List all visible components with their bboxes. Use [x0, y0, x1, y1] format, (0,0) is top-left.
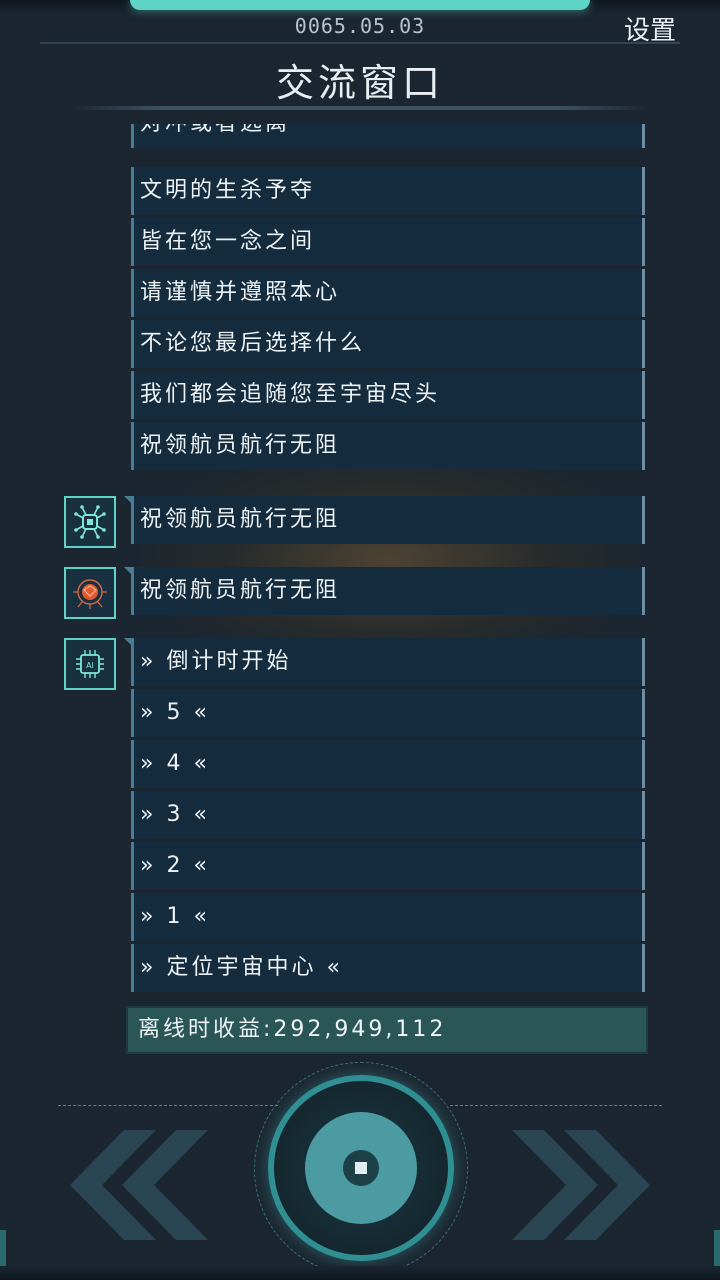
cyber-chip-avatar	[64, 496, 116, 548]
top-glow-bar	[130, 0, 590, 10]
message-text: 对冲或者逃离	[140, 124, 290, 136]
message-bubble: 文明的生杀予夺	[131, 167, 645, 215]
message-text: 我们都会追随您至宇宙尽头	[140, 382, 441, 407]
message-text: 文明的生杀予夺	[140, 178, 316, 203]
message-text: 皆在您一念之间	[140, 229, 316, 254]
stop-square-icon	[355, 1162, 367, 1174]
countdown-line: » 5 «	[131, 689, 645, 737]
countdown-line: » 1 «	[131, 893, 645, 941]
control-divider-right	[450, 1105, 662, 1106]
message-text: 不论您最后选择什么	[140, 331, 366, 356]
message-text: 请谨慎并遵照本心	[140, 280, 341, 305]
cyber-chip-icon	[74, 505, 106, 539]
page-title: 交流窗口	[275, 61, 444, 105]
message-text: » 4 «	[140, 751, 210, 776]
ai-chip-avatar: AI	[64, 638, 116, 690]
game-date: 0065.05.03	[294, 14, 426, 38]
message-text: » 1 «	[140, 904, 210, 929]
control-divider-left	[58, 1105, 278, 1106]
ai-chip-icon: AI	[76, 650, 104, 678]
message-text: » 3 «	[140, 802, 210, 827]
message-text: » 5 «	[140, 700, 210, 725]
countdown-line: » 倒计时开始	[124, 638, 645, 686]
message-bubble: 皆在您一念之间	[131, 218, 645, 266]
double-chevron-left-icon	[70, 1130, 208, 1240]
message-text: 祝领航员航行无阻	[140, 507, 341, 532]
message-text: 祝领航员航行无阻	[140, 433, 341, 458]
core-inner	[343, 1150, 379, 1186]
countdown-line: » 定位宇宙中心 «	[131, 944, 645, 992]
next-button[interactable]	[506, 1130, 656, 1244]
brain-circuit-icon	[73, 579, 107, 609]
countdown-line: » 3 «	[131, 791, 645, 839]
message-bubble: 祝领航员航行无阻	[124, 496, 645, 544]
message-text: » 定位宇宙中心 «	[140, 955, 343, 980]
svg-text:AI: AI	[86, 661, 94, 670]
core-button[interactable]	[305, 1112, 417, 1224]
countdown-line: » 2 «	[131, 842, 645, 890]
message-bubble: 祝领航员航行无阻	[131, 422, 645, 470]
message-bubble: 不论您最后选择什么	[131, 320, 645, 368]
message-text: 祝领航员航行无阻	[140, 578, 341, 603]
double-chevron-right-icon	[512, 1130, 650, 1240]
message-bubble: 祝领航员航行无阻	[124, 567, 645, 615]
title-underline	[70, 106, 650, 110]
message-bubble: 对冲或者逃离	[131, 124, 645, 148]
message-bubble: 请谨慎并遵照本心	[131, 269, 645, 317]
message-text: » 倒计时开始	[140, 649, 292, 674]
countdown-line: » 4 «	[131, 740, 645, 788]
header-divider	[40, 42, 680, 44]
brain-circuit-avatar	[64, 567, 116, 619]
offline-earnings-banner: 离线时收益:292,949,112	[126, 1006, 648, 1054]
message-feed[interactable]: 对冲或者逃离 文明的生杀予夺 皆在您一念之间 请谨慎并遵照本心 不论您最后选择什…	[0, 124, 720, 1000]
message-bubble: 我们都会追随您至宇宙尽头	[131, 371, 645, 419]
bottom-frame	[0, 1266, 720, 1280]
prev-button[interactable]	[64, 1130, 214, 1244]
message-text: » 2 «	[140, 853, 210, 878]
